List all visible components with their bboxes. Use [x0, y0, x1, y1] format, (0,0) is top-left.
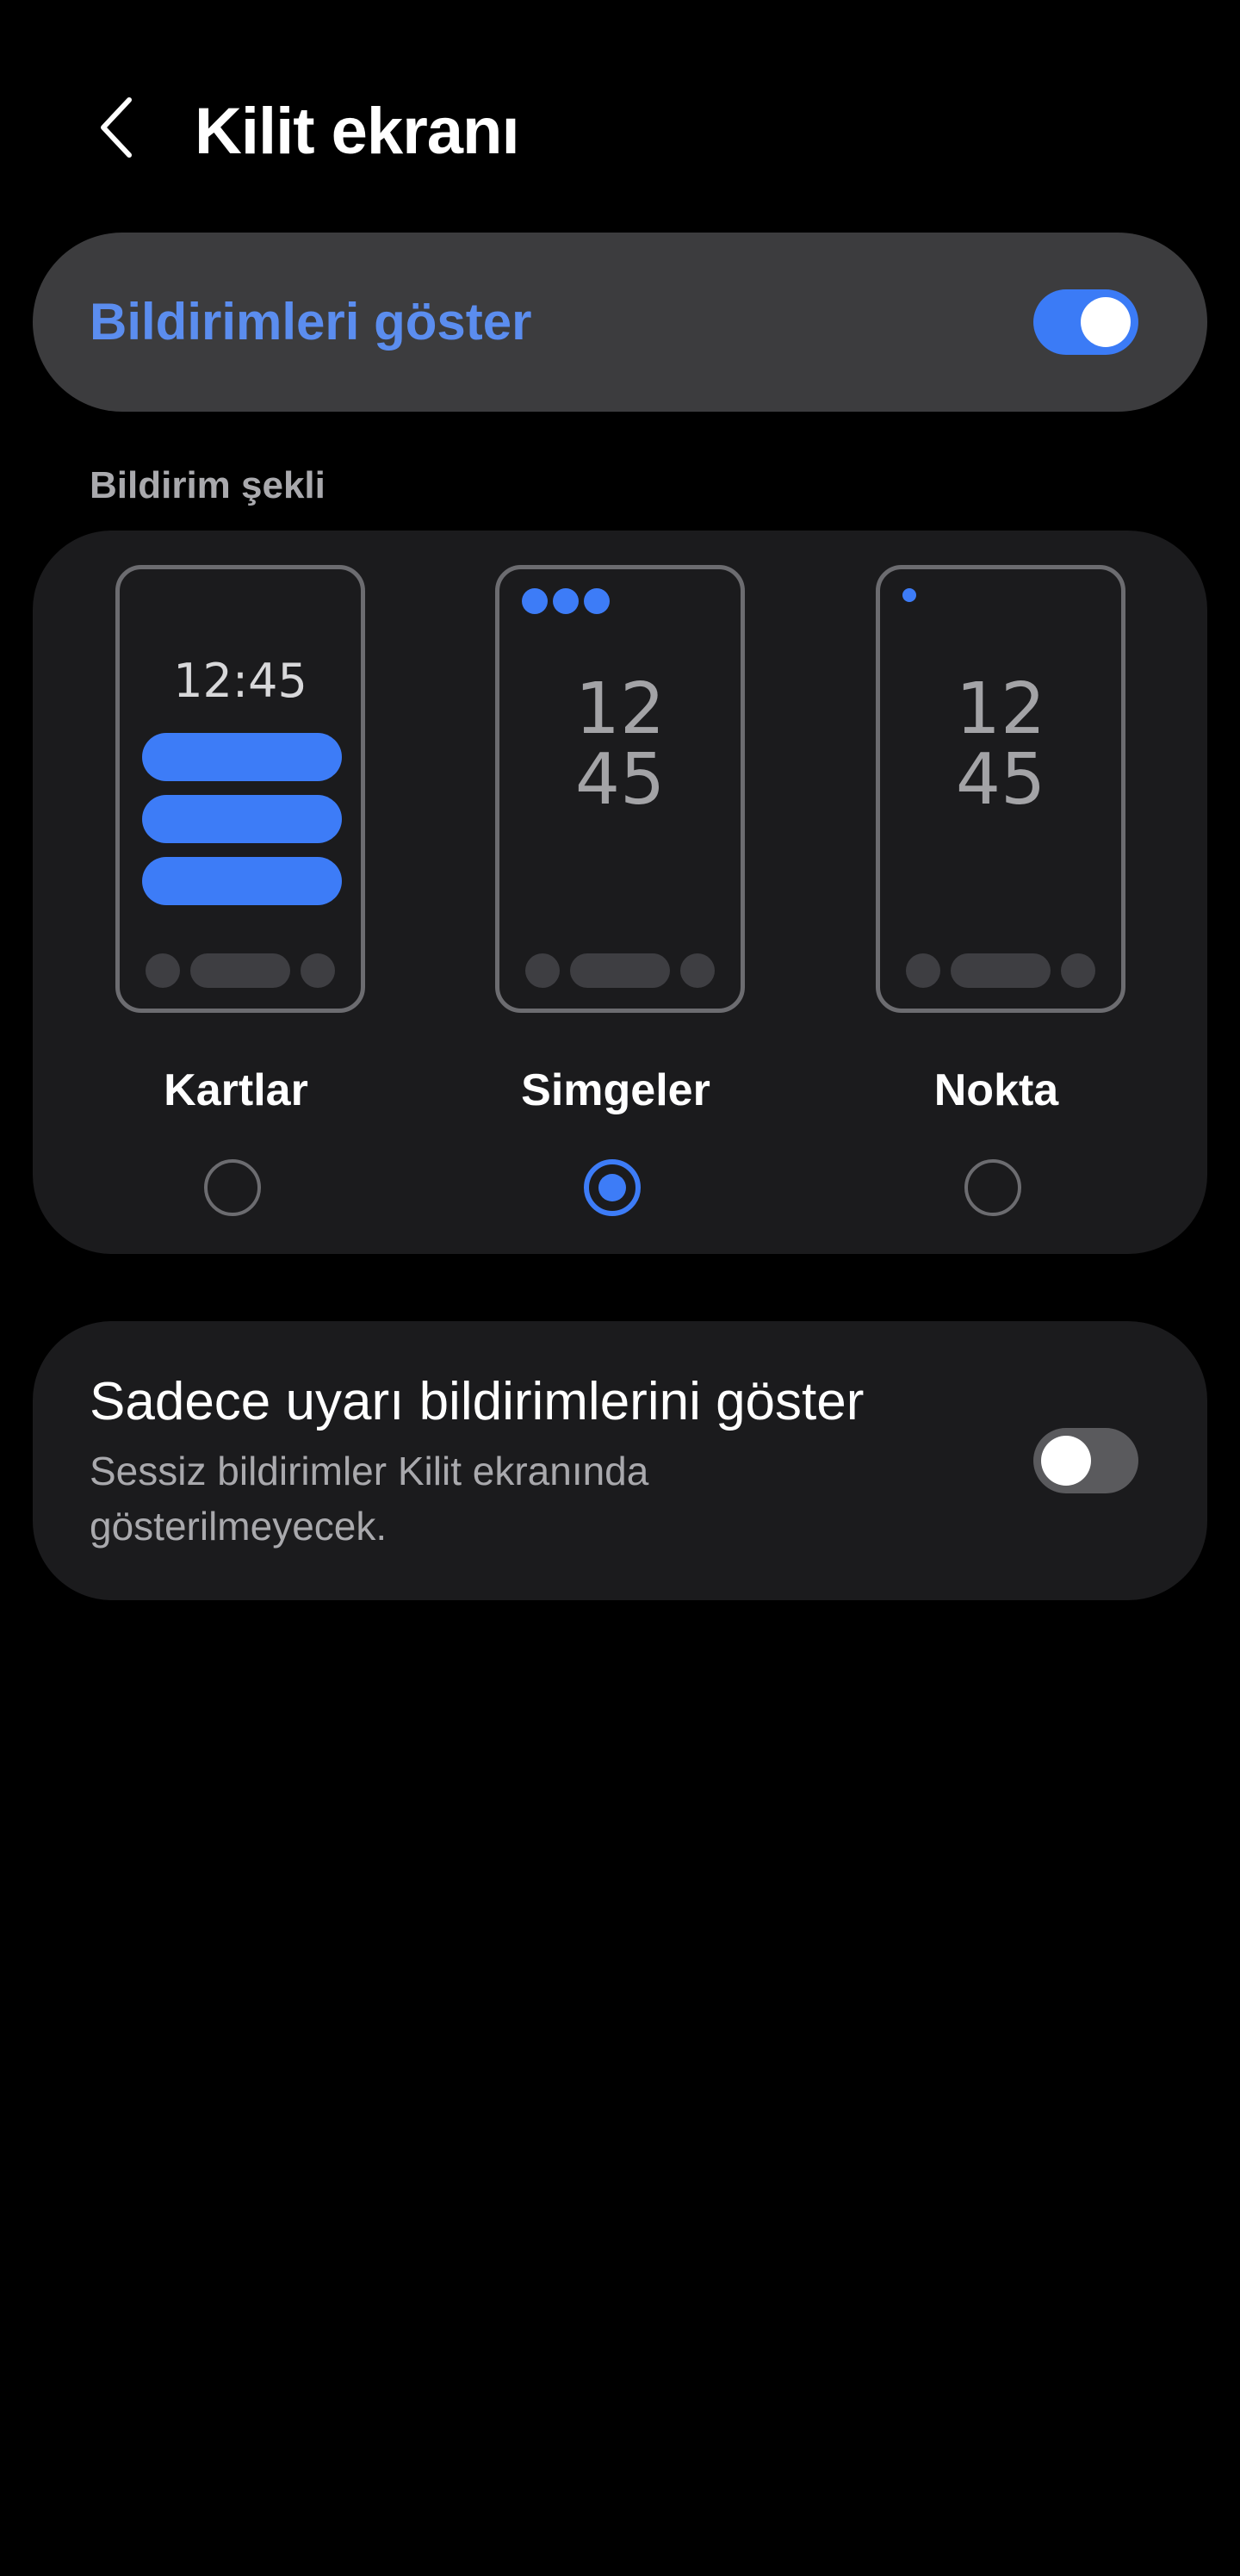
alert-only-row[interactable]: Sadece uyarı bildirimlerini göster Sessi… — [33, 1321, 1207, 1600]
notification-style-header: Bildirim şekli — [90, 464, 326, 506]
back-button[interactable] — [83, 95, 152, 164]
preview-bottom-row — [525, 953, 715, 988]
page-title: Kilit ekranı — [195, 95, 520, 168]
show-notifications-switch[interactable] — [1033, 289, 1138, 355]
notification-card — [142, 733, 342, 781]
chevron-left-icon — [96, 96, 138, 163]
notification-card — [142, 795, 342, 843]
alert-only-title: Sadece uyarı bildirimlerini göster — [90, 1372, 865, 1431]
notification-dot — [902, 588, 916, 602]
preview-clock: 12 45 — [574, 668, 666, 821]
switch-knob — [1081, 297, 1131, 347]
switch-knob — [1041, 1436, 1091, 1486]
style-option-dot[interactable]: 12 45 Nokta — [876, 565, 1134, 1220]
style-radio-dot[interactable] — [964, 1159, 1021, 1216]
notification-card — [142, 857, 342, 905]
alert-only-subtitle: Sessiz bildirimler Kilit ekranında göste… — [90, 1449, 649, 1549]
preview-clock: 12:45 — [173, 654, 307, 708]
style-radio-cards[interactable] — [204, 1159, 261, 1216]
style-radio-icons[interactable] — [584, 1159, 641, 1216]
cards-preview: 12:45 — [115, 565, 365, 1013]
show-notifications-label: Bildirimleri göster — [90, 293, 532, 351]
icons-preview: 12 45 — [495, 565, 745, 1013]
preview-clock: 12 45 — [955, 668, 1046, 821]
alert-only-switch[interactable] — [1033, 1428, 1138, 1493]
notification-style-card: 12:45 Kartlar 12 45 Simgeler 12 45 Nokta — [33, 531, 1207, 1254]
style-option-label: Simgeler — [521, 1065, 710, 1115]
preview-bottom-row — [146, 953, 335, 988]
style-option-label: Kartlar — [164, 1065, 308, 1115]
app-header: Kilit ekranı — [0, 78, 1240, 181]
style-option-icons[interactable]: 12 45 Simgeler — [495, 565, 753, 1220]
style-option-cards[interactable]: 12:45 Kartlar — [115, 565, 374, 1220]
notification-icon-dots — [522, 588, 610, 614]
preview-bottom-row — [906, 953, 1095, 988]
show-notifications-row[interactable]: Bildirimleri göster — [33, 233, 1207, 412]
dot-preview: 12 45 — [876, 565, 1125, 1013]
style-option-label: Nokta — [933, 1065, 1059, 1115]
